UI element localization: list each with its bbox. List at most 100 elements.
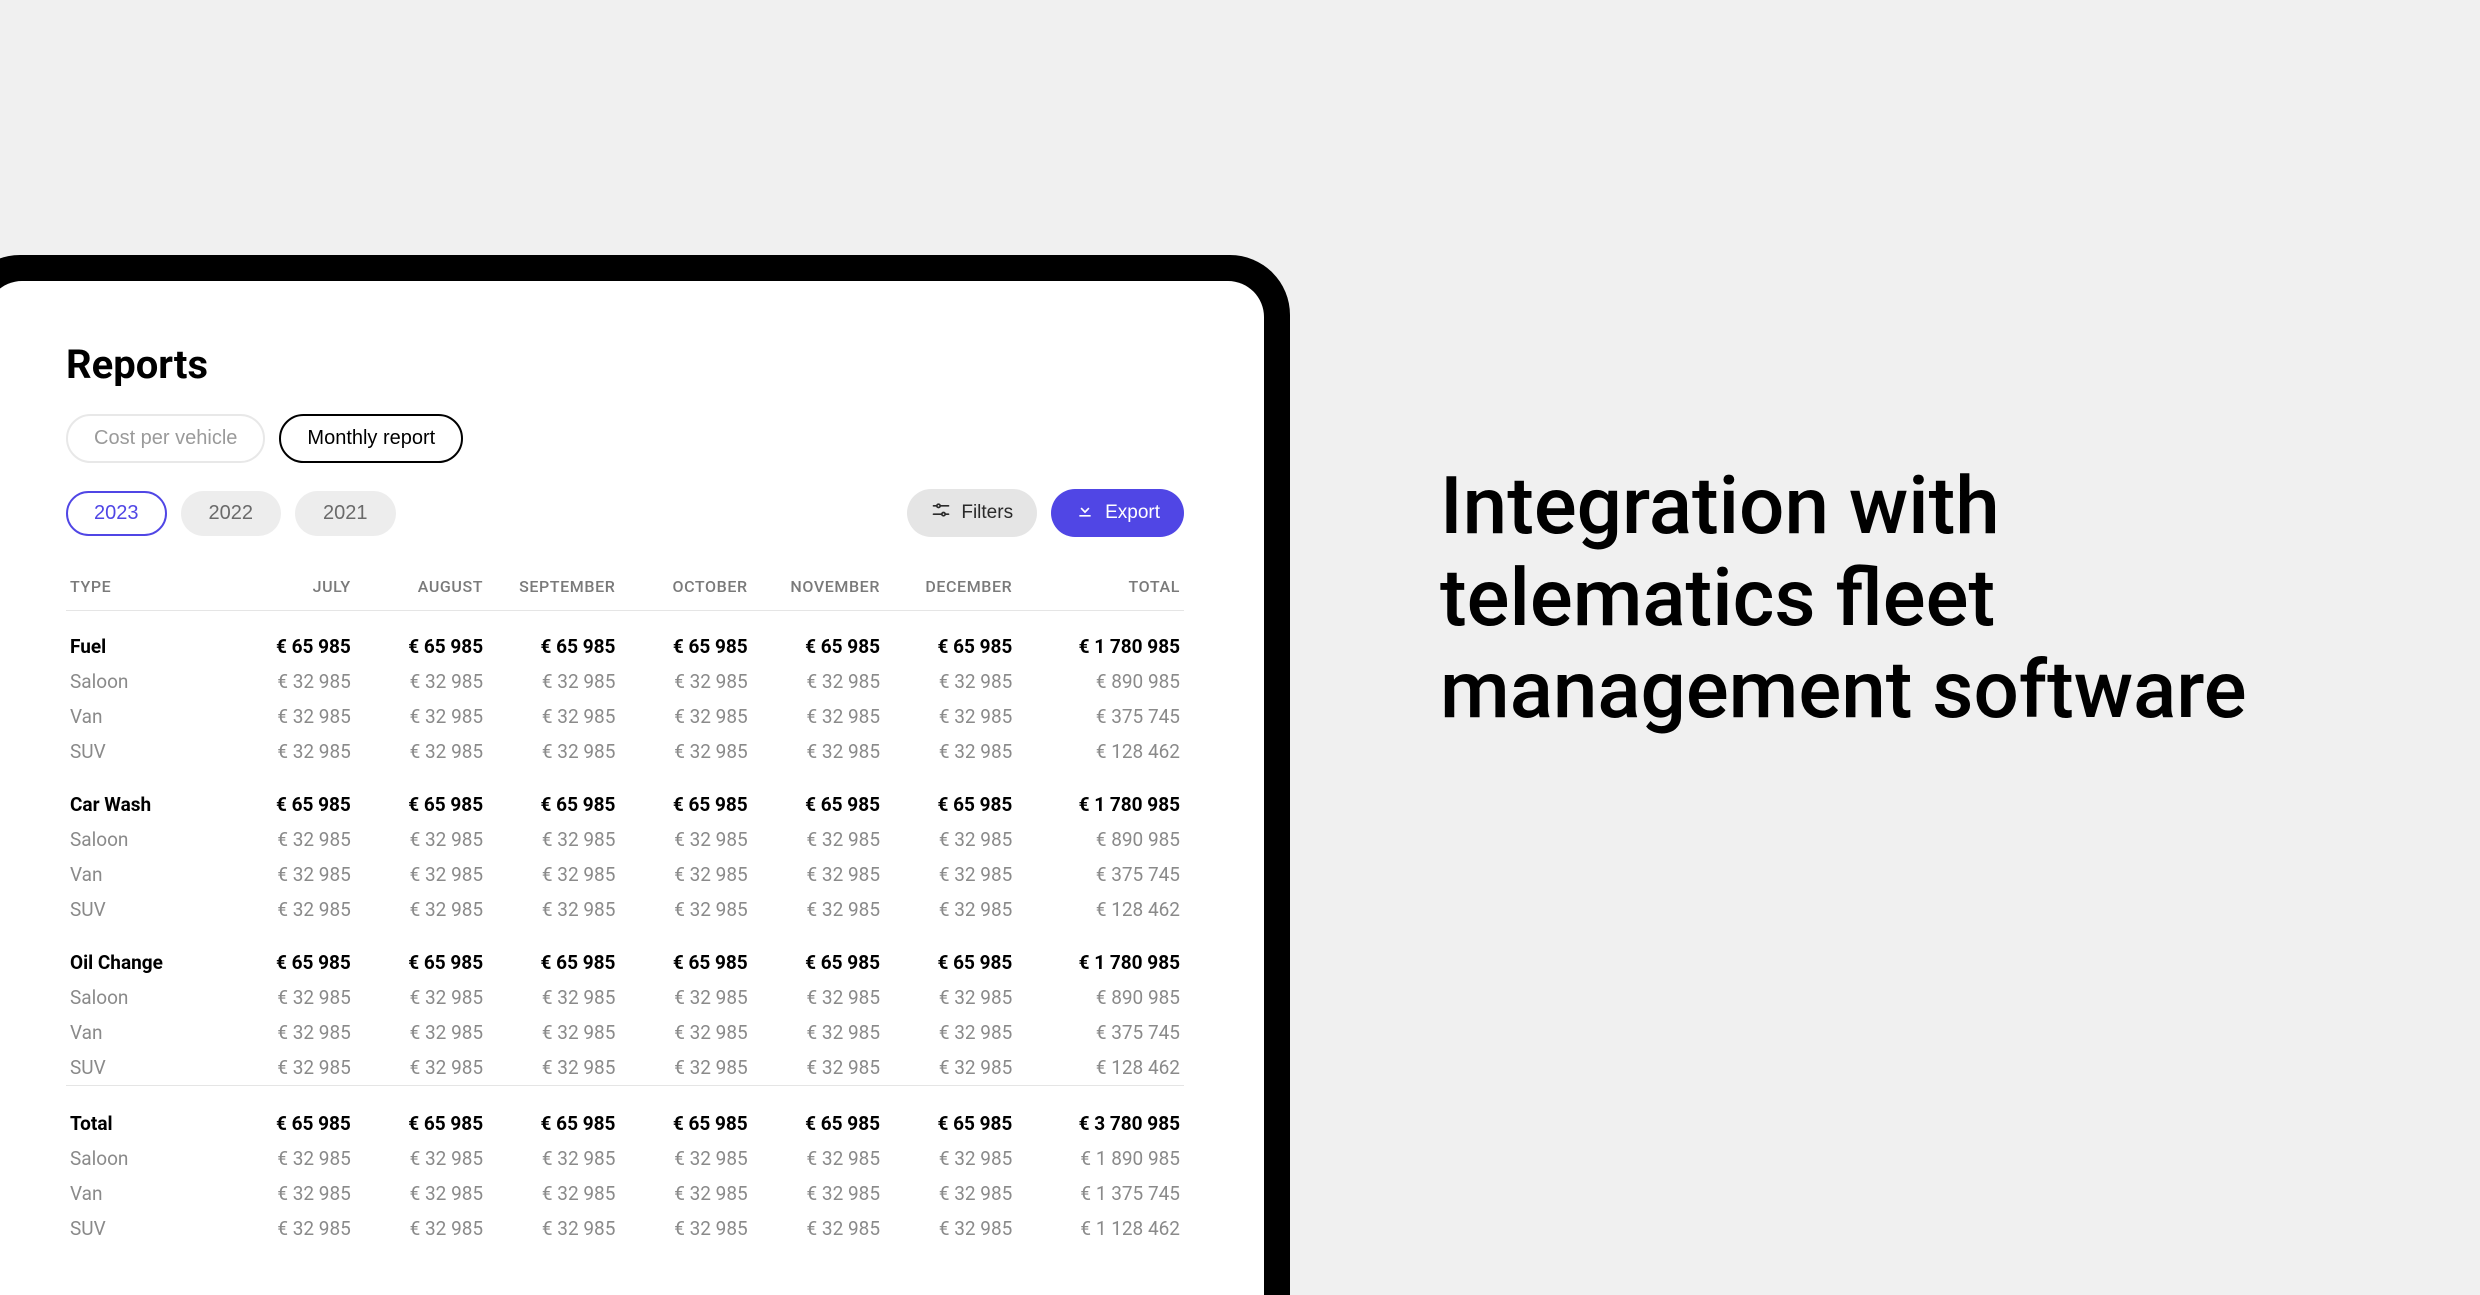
cell: € 32 985 (619, 1015, 751, 1050)
cell: € 32 985 (355, 1050, 487, 1086)
cell: € 32 985 (884, 857, 1016, 892)
cell: € 32 985 (487, 980, 619, 1015)
cell: € 32 985 (752, 1211, 884, 1246)
cell: € 128 462 (1016, 1050, 1184, 1086)
table-row: Fuel€ 65 985€ 65 985€ 65 985€ 65 985€ 65… (66, 611, 1184, 665)
cell: € 1 890 985 (1016, 1141, 1184, 1176)
cell: € 32 985 (355, 1176, 487, 1211)
cell: € 65 985 (752, 611, 884, 665)
cell: € 32 985 (752, 1176, 884, 1211)
cell: € 32 985 (223, 1176, 355, 1211)
table-row: Saloon€ 32 985€ 32 985€ 32 985€ 32 985€ … (66, 664, 1184, 699)
table-row: Saloon€ 32 985€ 32 985€ 32 985€ 32 985€ … (66, 980, 1184, 1015)
cell: € 128 462 (1016, 734, 1184, 769)
table-row: Van€ 32 985€ 32 985€ 32 985€ 32 985€ 32 … (66, 699, 1184, 734)
cell: € 32 985 (487, 1050, 619, 1086)
cell: € 65 985 (487, 769, 619, 822)
cell: € 65 985 (223, 611, 355, 665)
cell: € 890 985 (1016, 664, 1184, 699)
cell: € 32 985 (223, 1141, 355, 1176)
cell: € 32 985 (355, 1211, 487, 1246)
table-row: Van€ 32 985€ 32 985€ 32 985€ 32 985€ 32 … (66, 1015, 1184, 1050)
cell: € 32 985 (752, 1015, 884, 1050)
row-label: SUV (66, 1050, 223, 1086)
cell: € 32 985 (355, 734, 487, 769)
row-label: Saloon (66, 1141, 223, 1176)
year-pill-2022[interactable]: 2022 (181, 491, 282, 536)
cell: € 32 985 (355, 892, 487, 927)
cell: € 32 985 (487, 699, 619, 734)
row-label: Oil Change (66, 927, 223, 980)
cell: € 32 985 (619, 734, 751, 769)
cell: € 32 985 (884, 734, 1016, 769)
cell: € 65 985 (223, 927, 355, 980)
tab-monthly-report[interactable]: Monthly report (279, 414, 463, 463)
cell: € 32 985 (752, 664, 884, 699)
table-row: Van€ 32 985€ 32 985€ 32 985€ 32 985€ 32 … (66, 1176, 1184, 1211)
cell: € 32 985 (355, 980, 487, 1015)
cell: € 32 985 (752, 1141, 884, 1176)
table-row: Saloon€ 32 985€ 32 985€ 32 985€ 32 985€ … (66, 822, 1184, 857)
table-row: Saloon€ 32 985€ 32 985€ 32 985€ 32 985€ … (66, 1141, 1184, 1176)
cell: € 890 985 (1016, 980, 1184, 1015)
cell: € 65 985 (884, 769, 1016, 822)
cell: € 32 985 (752, 699, 884, 734)
table-row: SUV€ 32 985€ 32 985€ 32 985€ 32 985€ 32 … (66, 1211, 1184, 1246)
cell: € 32 985 (487, 1141, 619, 1176)
tablet-frame: Reports Cost per vehicle Monthly report … (0, 255, 1290, 1295)
cell: € 65 985 (619, 1086, 751, 1142)
cell: € 32 985 (223, 664, 355, 699)
cell: € 32 985 (355, 822, 487, 857)
cell: € 1 780 985 (1016, 611, 1184, 665)
cell: € 32 985 (487, 1176, 619, 1211)
row-label: Van (66, 1015, 223, 1050)
cell: € 65 985 (355, 769, 487, 822)
row-label: Fuel (66, 611, 223, 665)
cell: € 32 985 (355, 857, 487, 892)
table-row: Van€ 32 985€ 32 985€ 32 985€ 32 985€ 32 … (66, 857, 1184, 892)
col-total: TOTAL (1016, 567, 1184, 611)
cell: € 32 985 (752, 892, 884, 927)
row-label: Car Wash (66, 769, 223, 822)
col-october: OCTOBER (619, 567, 751, 611)
filters-button[interactable]: < path a="" /> Filters (907, 489, 1037, 537)
row-label: Saloon (66, 822, 223, 857)
cell: € 32 985 (487, 892, 619, 927)
cell: € 32 985 (487, 822, 619, 857)
year-pill-2021[interactable]: 2021 (295, 491, 396, 536)
year-pill-2023[interactable]: 2023 (66, 491, 167, 536)
cell: € 32 985 (223, 822, 355, 857)
cell: € 128 462 (1016, 892, 1184, 927)
cell: € 32 985 (619, 1050, 751, 1086)
cell: € 65 985 (355, 1086, 487, 1142)
table-header-row: TYPE JULY AUGUST SEPTEMBER OCTOBER NOVEM… (66, 567, 1184, 611)
sliders-icon: < path a="" /> (931, 500, 951, 526)
page-title: Reports (66, 341, 1184, 388)
cell: € 1 780 985 (1016, 769, 1184, 822)
export-label: Export (1105, 502, 1160, 524)
cell: € 32 985 (752, 1050, 884, 1086)
col-july: JULY (223, 567, 355, 611)
cell: € 32 985 (223, 857, 355, 892)
cell: € 890 985 (1016, 822, 1184, 857)
table-row: Car Wash€ 65 985€ 65 985€ 65 985€ 65 985… (66, 769, 1184, 822)
cell: € 32 985 (223, 1050, 355, 1086)
cell: € 3 780 985 (1016, 1086, 1184, 1142)
cell: € 32 985 (752, 822, 884, 857)
row-label: Total (66, 1086, 223, 1142)
export-button[interactable]: Export (1051, 489, 1184, 537)
cell: € 32 985 (884, 1211, 1016, 1246)
col-september: SEPTEMBER (487, 567, 619, 611)
tab-cost-per-vehicle[interactable]: Cost per vehicle (66, 414, 265, 463)
col-november: NOVEMBER (752, 567, 884, 611)
cell: € 32 985 (223, 892, 355, 927)
cell: € 32 985 (223, 699, 355, 734)
row-label: SUV (66, 1211, 223, 1246)
cell: € 65 985 (619, 927, 751, 980)
filters-label: Filters (961, 502, 1013, 524)
cell: € 32 985 (619, 1211, 751, 1246)
cell: € 65 985 (223, 1086, 355, 1142)
table-row: Oil Change€ 65 985€ 65 985€ 65 985€ 65 9… (66, 927, 1184, 980)
cell: € 32 985 (223, 980, 355, 1015)
cell: € 65 985 (223, 769, 355, 822)
